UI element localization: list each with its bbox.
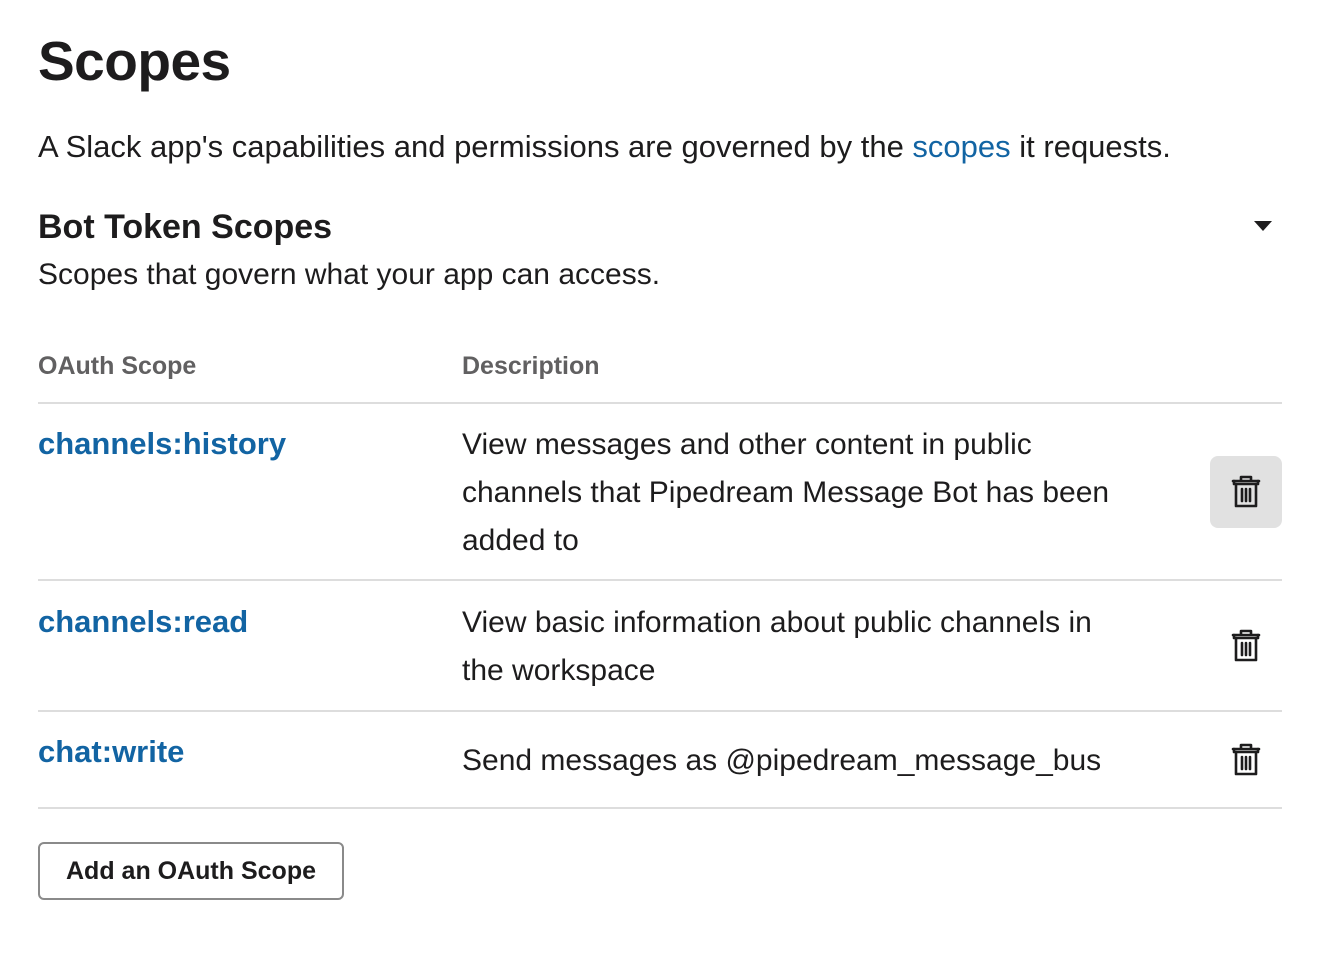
scope-name[interactable]: chat:write — [38, 732, 184, 772]
scope-name[interactable]: channels:read — [38, 602, 248, 642]
trash-icon — [1231, 743, 1261, 776]
column-header-description: Description — [462, 352, 600, 380]
trash-icon — [1231, 629, 1261, 662]
table-header-divider — [38, 402, 1282, 404]
remove-scope-button[interactable] — [1210, 610, 1282, 682]
column-header-scope: OAuth Scope — [38, 352, 197, 380]
add-oauth-scope-button[interactable]: Add an OAuth Scope — [38, 842, 344, 900]
section-subtitle: Scopes that govern what your app can acc… — [38, 258, 661, 291]
section-collapse-toggle[interactable] — [1248, 216, 1278, 236]
intro-text-after: it requests. — [1010, 129, 1171, 164]
row-divider — [38, 579, 1282, 581]
scope-description: Send messages as @pipedream_message_bus — [462, 744, 1102, 777]
remove-scope-button[interactable] — [1210, 724, 1282, 796]
intro-text: A Slack app's capabilities and permissio… — [38, 128, 1171, 166]
trash-icon — [1231, 475, 1261, 508]
scopes-link[interactable]: scopes — [912, 129, 1010, 164]
row-divider — [38, 710, 1282, 712]
page-title: Scopes — [38, 30, 231, 92]
caret-down-icon — [1254, 221, 1272, 231]
scope-description: View basic information about public chan… — [462, 606, 1092, 687]
intro-text-before: A Slack app's capabilities and permissio… — [38, 129, 913, 164]
table-bottom-divider — [38, 807, 1282, 809]
section-title: Bot Token Scopes — [38, 208, 333, 246]
scope-name[interactable]: channels:history — [38, 424, 286, 464]
remove-scope-button[interactable] — [1210, 456, 1282, 528]
scope-description: View messages and other content in publi… — [462, 428, 1110, 557]
